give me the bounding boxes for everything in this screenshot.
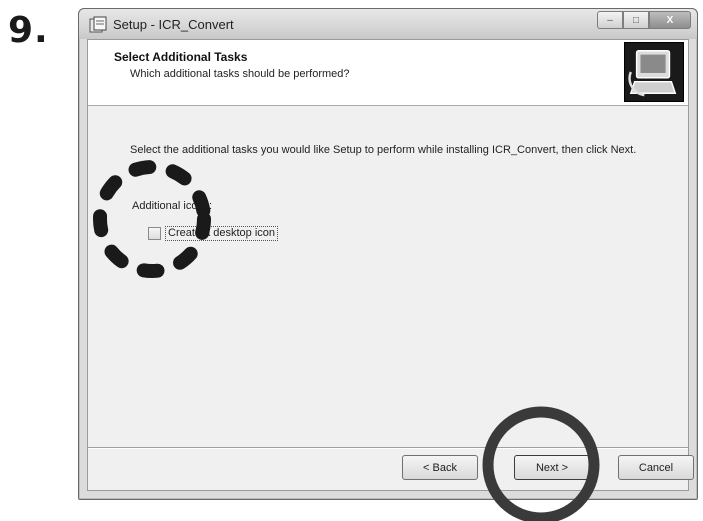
- cancel-button[interactable]: Cancel: [618, 455, 694, 480]
- back-button[interactable]: < Back: [402, 455, 478, 480]
- desktop-icon-checkbox-label[interactable]: Create a desktop icon: [165, 225, 279, 241]
- description-text: Select the additional tasks you would li…: [130, 144, 637, 156]
- minimize-button[interactable]: –: [597, 11, 623, 29]
- additional-icons-label: Additional icons:: [132, 200, 213, 212]
- wizard-client-area: Select Additional Tasks Which additional…: [87, 39, 694, 491]
- maximize-button[interactable]: □: [623, 11, 649, 29]
- next-button[interactable]: Next >: [514, 455, 590, 480]
- window-title: Setup - ICR_Convert: [113, 17, 234, 32]
- header-subtitle: Which additional tasks should be perform…: [130, 68, 350, 80]
- desktop-icon-option[interactable]: Create a desktop icon: [148, 225, 279, 241]
- title-bar[interactable]: Setup - ICR_Convert – □ X: [79, 9, 697, 39]
- footer-separator: [88, 447, 688, 449]
- wizard-header: Select Additional Tasks Which additional…: [88, 40, 688, 106]
- header-title: Select Additional Tasks: [114, 50, 248, 64]
- setup-window: Setup - ICR_Convert – □ X Select Additio…: [78, 8, 698, 500]
- window-controls: – □ X: [597, 11, 691, 29]
- desktop-icon-checkbox[interactable]: [148, 226, 161, 240]
- installer-computer-icon: [624, 42, 684, 102]
- close-button[interactable]: X: [649, 11, 691, 29]
- step-number: 9.: [8, 10, 49, 51]
- setup-app-icon: [89, 16, 107, 33]
